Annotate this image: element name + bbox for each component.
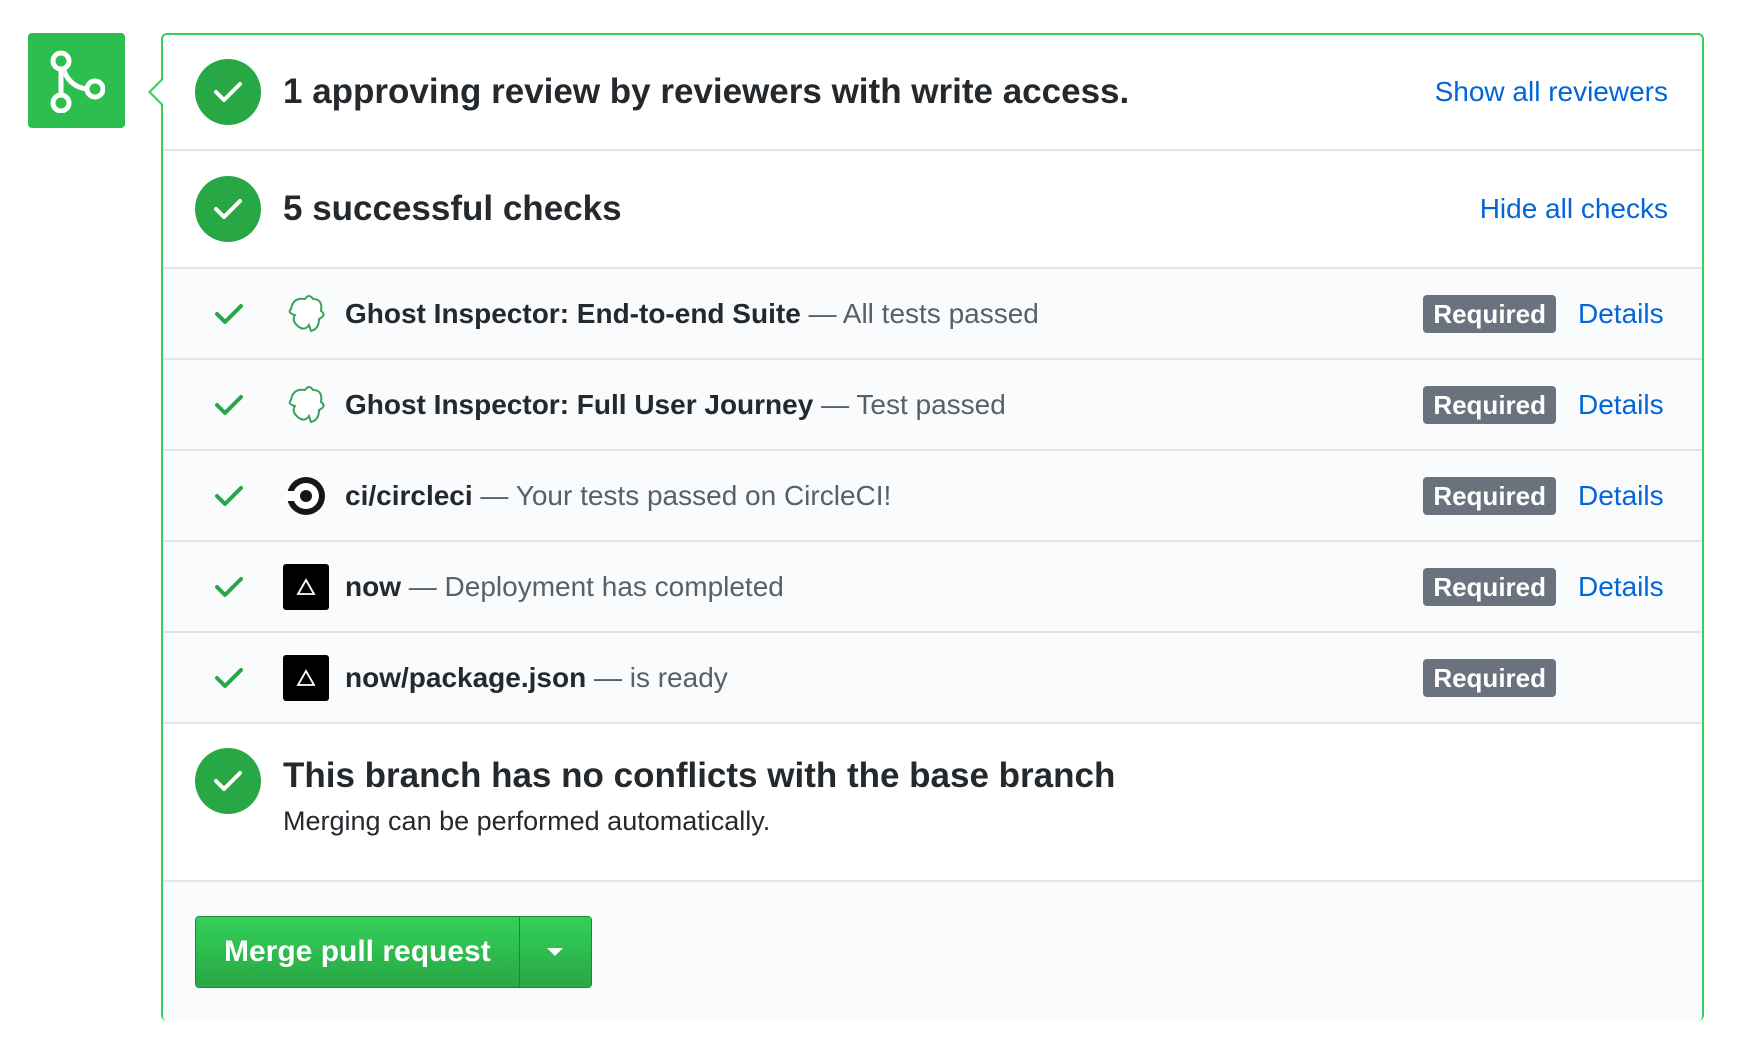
merge-pull-request-button[interactable]: Merge pull request — [196, 917, 519, 987]
merge-method-dropdown-button[interactable] — [518, 917, 591, 987]
check-icon — [213, 480, 245, 512]
check-description: — All tests passed — [800, 297, 1039, 329]
checks-status-title: 5 successful checks — [283, 189, 622, 228]
review-section: 1 approving review by reviewers with wri… — [163, 35, 1702, 151]
check-name: ci/circleci — [345, 479, 473, 511]
check-name: Ghost Inspector: End-to-end Suite — [345, 297, 801, 329]
check-icon — [213, 571, 245, 603]
check-description: — Your tests passed on CircleCI! — [472, 479, 892, 511]
now-icon — [283, 654, 329, 701]
checks-section: 5 successful checks Hide all checks — [163, 151, 1702, 269]
check-description: — Deployment has completed — [401, 570, 784, 602]
merge-status-badge — [28, 33, 125, 128]
required-badge: Required — [1423, 658, 1556, 697]
review-status-title: 1 approving review by reviewers with wri… — [283, 72, 1130, 111]
branch-section: This branch has no conflicts with the ba… — [163, 724, 1702, 882]
check-circle-icon — [195, 59, 261, 125]
show-all-reviewers-link[interactable]: Show all reviewers — [1435, 76, 1668, 108]
now-icon — [283, 563, 329, 610]
check-item-ghost-inspector-suite: Ghost Inspector: End-to-end Suite — All … — [163, 269, 1702, 360]
merge-box: 1 approving review by reviewers with wri… — [148, 33, 1704, 1022]
details-link[interactable]: Details — [1578, 389, 1668, 421]
circleci-icon — [283, 473, 329, 519]
check-item-circleci: ci/circleci — Your tests passed on Circl… — [163, 451, 1702, 542]
check-name: now/package.json — [345, 661, 587, 693]
check-icon — [213, 662, 245, 694]
check-name: now — [345, 570, 401, 602]
details-link[interactable]: Details — [1578, 571, 1668, 603]
details-link[interactable]: Details — [1578, 298, 1668, 330]
branch-status-subtitle: Merging can be performed automatically. — [283, 806, 771, 836]
required-badge: Required — [1423, 385, 1556, 424]
check-description: — Test passed — [813, 388, 1006, 420]
ghost-inspector-icon — [283, 382, 329, 428]
check-item-ghost-inspector-journey: Ghost Inspector: Full User Journey — Tes… — [163, 360, 1702, 451]
check-circle-icon — [195, 748, 261, 814]
merge-actions: Merge pull request — [163, 882, 1702, 1022]
merge-button-group: Merge pull request — [195, 916, 592, 988]
branch-status-title: This branch has no conflicts with the ba… — [283, 756, 1116, 795]
details-link[interactable]: Details — [1578, 480, 1668, 512]
check-description: — is ready — [586, 661, 728, 693]
check-circle-icon — [195, 176, 261, 242]
check-icon — [213, 298, 245, 330]
check-item-now-package-json: now/package.json — is ready Required — [163, 633, 1702, 724]
check-list: Ghost Inspector: End-to-end Suite — All … — [163, 269, 1702, 724]
check-name: Ghost Inspector: Full User Journey — [345, 388, 814, 420]
check-icon — [213, 389, 245, 421]
required-badge: Required — [1423, 294, 1556, 333]
ghost-inspector-icon — [283, 291, 329, 337]
git-merge-icon — [50, 50, 105, 113]
hide-all-checks-link[interactable]: Hide all checks — [1480, 193, 1668, 225]
required-badge: Required — [1423, 567, 1556, 606]
check-item-now: now — Deployment has completed Required … — [163, 542, 1702, 633]
caret-down-icon — [547, 948, 564, 956]
required-badge: Required — [1423, 476, 1556, 515]
